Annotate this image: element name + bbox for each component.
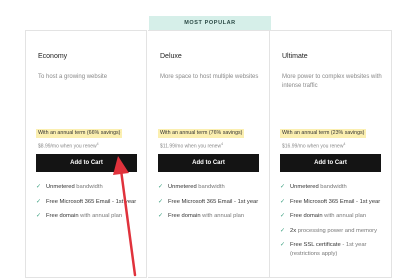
plan-name: Economy [38, 53, 68, 60]
renewal-price-text: $11.99/mo when you renew [160, 143, 222, 150]
feature-muted: processing power and memory [296, 227, 377, 234]
feature-strong: Unmetered [168, 184, 197, 190]
check-icon: ✓ [158, 184, 164, 190]
feature-item: ✓ Free SSL certificate - 1st year (restri… [280, 241, 384, 258]
feature-list: ✓ Unmetered bandwidth ✓ Free Microsoft 365… [158, 183, 262, 227]
check-icon: ✓ [36, 213, 42, 219]
feature-item: ✓ Unmetered bandwidth [280, 183, 384, 192]
feature-strong: Free domain [46, 213, 79, 219]
add-to-cart-button-economy[interactable]: Add to Cart [36, 154, 137, 172]
feature-muted: bandwidth [74, 184, 103, 190]
annual-term-highlight: With an annual term (76% savings) [158, 129, 245, 138]
check-icon: ✓ [158, 198, 164, 205]
feature-strong: Free domain [168, 213, 201, 219]
plan-card-economy: Economy To host a growing website With a… [25, 30, 147, 278]
check-icon: ✓ [280, 198, 286, 205]
footnote-marker: 4 [96, 142, 99, 146]
plan-description: More space to host multiple websites [160, 74, 259, 80]
feature-item: ✓ Free Microsoft 365 Email - 1st year [36, 198, 140, 207]
footnote-marker: 4 [221, 142, 224, 146]
check-icon: ✓ [158, 213, 164, 219]
feature-muted: with annual plan [78, 213, 123, 219]
feature-strong: Free Microsoft 365 Email - 1st year [290, 198, 381, 205]
feature-muted: with annual plan [322, 213, 367, 219]
check-icon: ✓ [280, 227, 286, 234]
plan-description: To host a growing website [38, 74, 108, 80]
feature-item: ✓ Unmetered bandwidth [158, 183, 262, 192]
feature-strong: Unmetered [290, 184, 319, 190]
plan-description: More power to complex websites with inte… [282, 74, 382, 89]
annual-term-highlight: With an annual term (66% savings) [36, 129, 123, 138]
plan-name: Ultimate [282, 53, 308, 60]
feature-item: ✓ Free Microsoft 365 Email - 1st year [280, 198, 384, 207]
renewal-price: $8.99/mo when you renew4 [38, 142, 99, 150]
feature-item: ✓ Free domain with annual plan [158, 212, 262, 221]
feature-strong: Free SSL certificate [290, 242, 341, 248]
check-icon: ✓ [280, 213, 286, 219]
feature-list: ✓ Unmetered bandwidth ✓ Free Microsoft 365… [280, 183, 384, 264]
renewal-price-text: $16.99/mo when you renew [282, 143, 344, 150]
check-icon: ✓ [36, 198, 42, 205]
feature-muted: with annual plan [200, 213, 245, 219]
renewal-price: $16.99/mo when you renew4 [282, 142, 345, 150]
feature-item: ✓ Free Microsoft 365 Email - 1st year [158, 198, 262, 207]
feature-strong: Free Microsoft 365 Email - 1st year [168, 198, 259, 205]
check-icon: ✓ [36, 184, 42, 190]
feature-item: ✓ Unmetered bandwidth [36, 183, 140, 192]
feature-item: ✓ 2x processing power and memory [280, 227, 384, 236]
feature-strong: Free domain [290, 213, 323, 219]
add-to-cart-button-ultimate[interactable]: Add to Cart [280, 154, 381, 172]
renewal-price: $11.99/mo when you renew4 [160, 142, 223, 150]
check-icon: ✓ [280, 242, 286, 248]
feature-muted: bandwidth [196, 184, 225, 190]
most-popular-badge: MOST POPULAR [149, 16, 271, 30]
pricing-plans: MOST POPULAR Economy To host a growing w… [11, 16, 392, 278]
renewal-price-text: $8.99/mo when you renew [38, 143, 97, 150]
plan-name: Deluxe [160, 53, 182, 60]
feature-item: ✓ Free domain with annual plan [280, 212, 384, 221]
feature-muted: bandwidth [318, 184, 347, 190]
feature-strong: Free Microsoft 365 Email - 1st year [46, 198, 137, 205]
check-icon: ✓ [280, 184, 286, 190]
feature-item: ✓ Free domain with annual plan [36, 212, 140, 221]
plan-card-deluxe: Deluxe More space to host multiple websi… [148, 30, 270, 278]
feature-strong: Unmetered [46, 184, 75, 190]
plan-card-ultimate: Ultimate More power to complex websites … [270, 30, 392, 278]
feature-list: ✓ Unmetered bandwidth ✓ Free Microsoft 365… [36, 183, 140, 227]
add-to-cart-button-deluxe[interactable]: Add to Cart [158, 154, 259, 172]
annual-term-highlight: With an annual term (23% savings) [280, 129, 367, 138]
footnote-marker: 4 [343, 142, 346, 146]
